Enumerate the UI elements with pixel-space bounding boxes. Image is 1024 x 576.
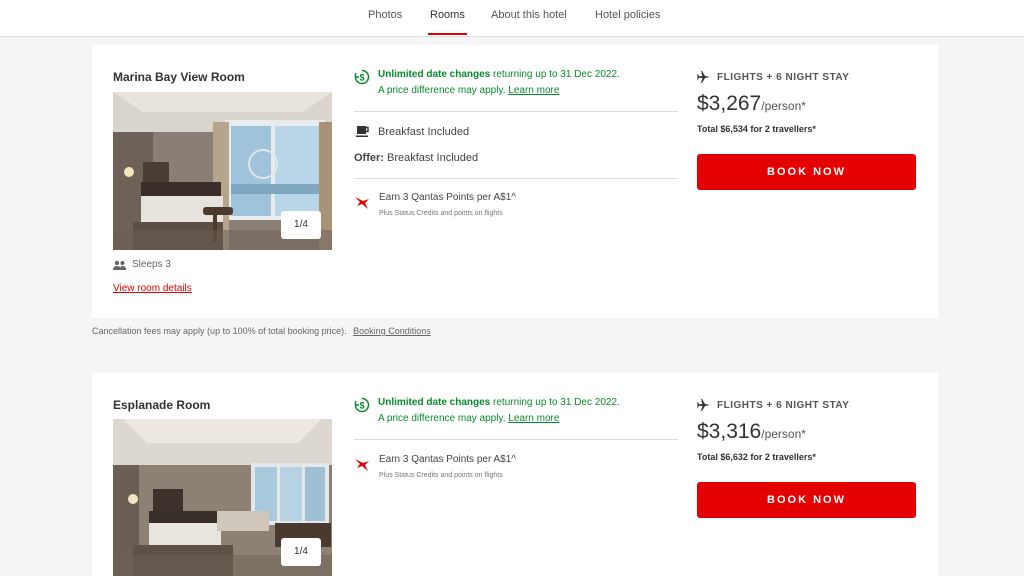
tab-photos[interactable]: Photos	[368, 0, 402, 36]
dollar-cycle-icon: $	[354, 69, 370, 85]
cancellation-note: Cancellation fees may apply (up to 100% …	[92, 326, 431, 336]
total-price: Total $6,632 for 2 travellers*	[697, 452, 816, 462]
room-name: Esplanade Room	[113, 398, 211, 412]
points-earn: Earn 3 Qantas Points per A$1^	[379, 454, 516, 465]
offer-value: Breakfast Included	[387, 152, 479, 164]
tab-about-hotel[interactable]: About this hotel	[491, 0, 567, 36]
price-amount: $3,267	[697, 92, 762, 115]
photo-counter[interactable]: 1/4	[281, 211, 321, 239]
photo-counter[interactable]: 1/4	[281, 538, 321, 566]
points-subtext: Plus Status Credits and points on flight…	[379, 210, 503, 217]
svg-text:$: $	[359, 73, 364, 83]
section-tabs: Photos Rooms About this hotel Hotel poli…	[0, 0, 1024, 37]
package-label: FLIGHTS + 6 NIGHT STAY	[697, 398, 849, 412]
points-subtext: Plus Status Credits and points on flight…	[379, 472, 503, 479]
booking-conditions-link[interactable]: Booking Conditions	[353, 326, 431, 336]
room-photo[interactable]: 1/4	[113, 419, 332, 576]
divider	[354, 111, 678, 112]
price-difference-note: A price difference may apply.	[378, 413, 506, 424]
price-amount: $3,316	[697, 420, 762, 443]
date-change-feature: $ Unlimited date changes returning up to…	[354, 67, 678, 107]
date-change-detail: returning up to 31 Dec 2022.	[490, 397, 620, 408]
plane-icon	[697, 71, 710, 83]
book-now-button[interactable]: BOOK NOW	[697, 154, 916, 190]
people-icon	[113, 260, 126, 270]
price: $3,316/person*	[697, 420, 806, 444]
price: $3,267/person*	[697, 92, 806, 116]
sleeps-info: Sleeps 3	[113, 259, 171, 270]
view-room-details-link[interactable]: View room details	[113, 283, 192, 294]
svg-text:$: $	[359, 401, 364, 411]
qantas-kangaroo-icon	[355, 459, 369, 471]
cancellation-text: Cancellation fees may apply (up to 100% …	[92, 326, 347, 336]
book-now-button[interactable]: BOOK NOW	[697, 482, 916, 518]
room-card: Esplanade Room 1/4 $ Unlimited date chan…	[92, 373, 938, 576]
offer-line: Offer: Breakfast Included	[354, 152, 478, 164]
learn-more-link[interactable]: Learn more	[508, 85, 559, 96]
date-change-detail: returning up to 31 Dec 2022.	[490, 69, 620, 80]
tab-rooms[interactable]: Rooms	[428, 0, 467, 36]
package-text: FLIGHTS + 6 NIGHT STAY	[717, 399, 850, 411]
room-photo[interactable]: 1/4	[113, 92, 332, 250]
dollar-cycle-icon: $	[354, 397, 370, 413]
qantas-kangaroo-icon	[355, 197, 369, 209]
room-card: Marina Bay View Room 1/4 Sleeps 3 View r…	[92, 45, 938, 318]
date-change-title: Unlimited date changes	[378, 69, 491, 80]
sleeps-label: Sleeps 3	[132, 259, 171, 270]
learn-more-link[interactable]: Learn more	[508, 413, 559, 424]
points-earn: Earn 3 Qantas Points per A$1^	[379, 192, 516, 203]
divider	[354, 178, 678, 179]
package-label: FLIGHTS + 6 NIGHT STAY	[697, 70, 849, 84]
divider	[354, 439, 678, 440]
inclusion-label: Breakfast Included	[378, 126, 470, 138]
date-change-feature: $ Unlimited date changes returning up to…	[354, 395, 678, 435]
price-per: /person*	[761, 427, 806, 441]
package-text: FLIGHTS + 6 NIGHT STAY	[717, 71, 850, 83]
coffee-cup-icon	[356, 126, 369, 137]
total-price: Total $6,534 for 2 travellers*	[697, 124, 816, 134]
date-change-title: Unlimited date changes	[378, 397, 491, 408]
plane-icon	[697, 399, 710, 411]
offer-label: Offer:	[354, 152, 384, 164]
room-name: Marina Bay View Room	[113, 70, 245, 84]
tab-hotel-policies[interactable]: Hotel policies	[595, 0, 660, 36]
price-per: /person*	[761, 99, 806, 113]
price-difference-note: A price difference may apply.	[378, 85, 506, 96]
